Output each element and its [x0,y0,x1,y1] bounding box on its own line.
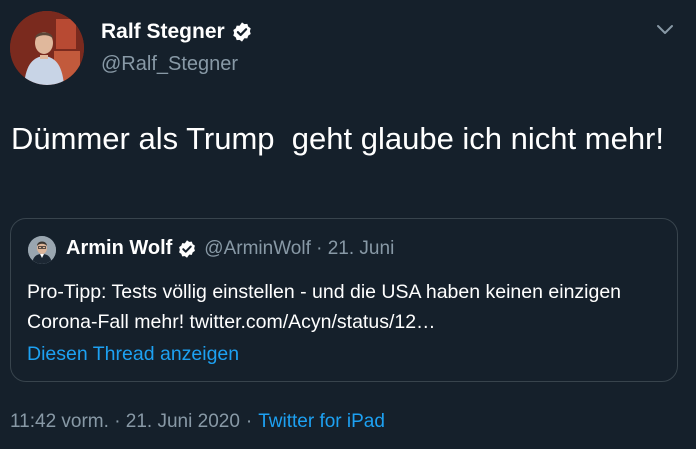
tweet-text: Dümmer als Trump geht glaube ich nicht m… [11,121,664,156]
show-thread-link[interactable]: Diesen Thread anzeigen [27,343,239,366]
quoted-handle-date[interactable]: @ArminWolf · 21. Juni [204,238,394,260]
quoted-tweet-header: Armin Wolf @ArminWolf · 21. Juni [66,237,394,260]
author-name-row: Ralf Stegner [101,20,253,44]
quoted-author-name[interactable]: Armin Wolf [66,237,172,260]
footer-separator: · [245,411,253,432]
chevron-down-icon[interactable] [655,22,675,38]
author-display-name[interactable]: Ralf Stegner [101,20,225,44]
verified-badge-icon [231,21,253,43]
quoted-profile-photo [28,236,56,264]
tweet-footer: 11:42 vorm. · 21. Juni 2020 · Twitter fo… [10,411,385,433]
tweet-source-link[interactable]: Twitter for iPad [258,411,385,433]
quoted-tweet[interactable]: Armin Wolf @ArminWolf · 21. Juni Pro-Tip… [10,218,678,382]
author-handle[interactable]: @Ralf_Stegner [101,53,238,76]
author-avatar[interactable] [10,11,84,85]
profile-photo [10,11,84,85]
tweet-timestamp[interactable]: 11:42 vorm. · 21. Juni 2020 [10,411,240,433]
quoted-tweet-text: Pro-Tipp: Tests völlig einstellen - und … [27,281,622,333]
quoted-author-avatar[interactable] [28,236,56,264]
verified-badge-icon [177,239,197,259]
